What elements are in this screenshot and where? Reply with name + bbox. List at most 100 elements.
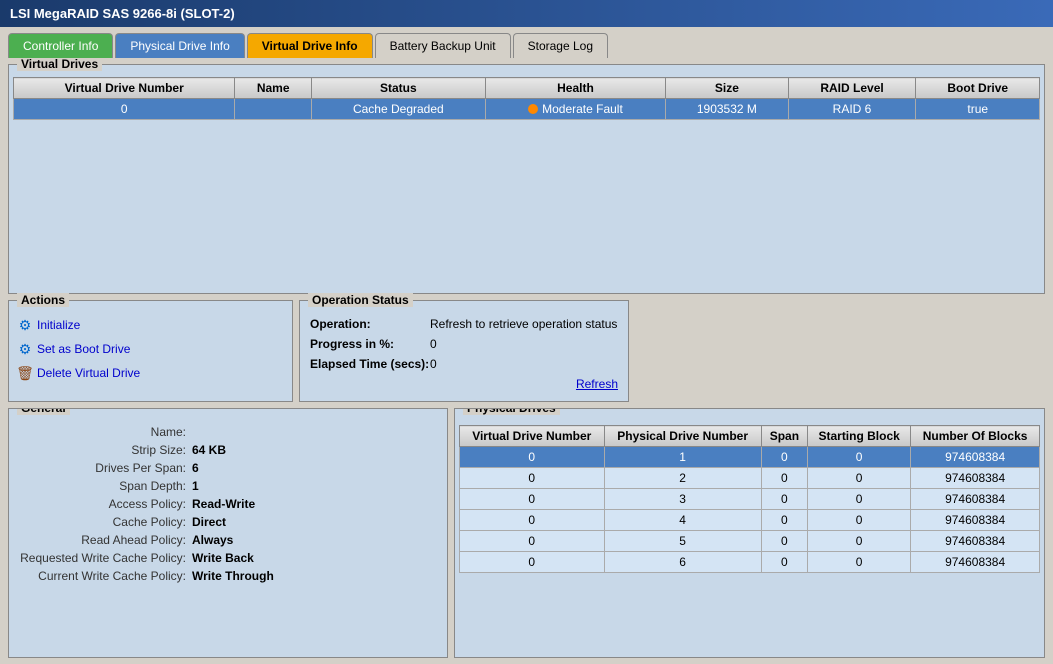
- general-label: Name:: [17, 425, 192, 439]
- pd-vd-number: 0: [460, 552, 605, 573]
- pd-num-blocks: 974608384: [911, 447, 1040, 468]
- health-dot-icon: [528, 104, 538, 114]
- physical-drives-title: Physical Drives: [463, 408, 560, 415]
- title-bar: LSI MegaRAID SAS 9266-8i (SLOT-2): [0, 0, 1053, 27]
- pd-starting-block: 0: [808, 531, 911, 552]
- pd-pd-number: 1: [604, 447, 761, 468]
- table-row[interactable]: 0 Cache Degraded Moderate Fault 1903532 …: [14, 99, 1040, 120]
- general-title: General: [17, 408, 70, 415]
- pd-starting-block: 0: [808, 489, 911, 510]
- pd-span: 0: [761, 447, 807, 468]
- general-row: Access Policy: Read-Write: [17, 497, 439, 511]
- actions-section: Actions ⚙ Initialize ⚙ Set as Boot Drive…: [8, 300, 293, 402]
- progress-row: Progress in %: 0: [310, 337, 618, 351]
- virtual-drives-table: Virtual Drive Number Name Status Health …: [13, 77, 1040, 120]
- operation-status-section: Operation Status Operation: Refresh to r…: [299, 300, 629, 402]
- set-boot-drive-icon: ⚙: [17, 341, 33, 357]
- refresh-button[interactable]: Refresh: [576, 377, 618, 391]
- main-content: Virtual Drives Virtual Drive Number Name…: [0, 58, 1053, 664]
- initialize-icon: ⚙: [17, 317, 33, 333]
- pd-col-num-blocks: Number Of Blocks: [911, 426, 1040, 447]
- vd-raid-level: RAID 6: [788, 99, 916, 120]
- col-vd-number: Virtual Drive Number: [14, 78, 235, 99]
- vd-size: 1903532 M: [666, 99, 788, 120]
- tab-storage-log[interactable]: Storage Log: [513, 33, 608, 58]
- general-label: Span Depth:: [17, 479, 192, 493]
- pd-pd-number: 6: [604, 552, 761, 573]
- col-raid-level: RAID Level: [788, 78, 916, 99]
- pd-span: 0: [761, 468, 807, 489]
- pd-col-vd-number: Virtual Drive Number: [460, 426, 605, 447]
- set-as-boot-drive-link[interactable]: ⚙ Set as Boot Drive: [17, 341, 284, 357]
- pd-starting-block: 0: [808, 468, 911, 489]
- pd-pd-number: 3: [604, 489, 761, 510]
- table-row[interactable]: 0 5 0 0 974608384: [460, 531, 1040, 552]
- general-label: Current Write Cache Policy:: [17, 569, 192, 583]
- pd-num-blocks: 974608384: [911, 468, 1040, 489]
- col-size: Size: [666, 78, 788, 99]
- pd-vd-number: 0: [460, 510, 605, 531]
- initialize-link[interactable]: ⚙ Initialize: [17, 317, 284, 333]
- initialize-label: Initialize: [37, 318, 80, 332]
- general-value: 64 KB: [192, 443, 226, 457]
- vd-name: [235, 99, 312, 120]
- pd-starting-block: 0: [808, 447, 911, 468]
- tab-controller-info[interactable]: Controller Info: [8, 33, 113, 58]
- col-status: Status: [311, 78, 485, 99]
- refresh-container: Refresh: [310, 377, 618, 391]
- pd-vd-number: 0: [460, 489, 605, 510]
- table-row[interactable]: 0 2 0 0 974608384: [460, 468, 1040, 489]
- operation-value: Refresh to retrieve operation status: [430, 317, 617, 331]
- progress-label: Progress in %:: [310, 337, 430, 351]
- general-row: Name:: [17, 425, 439, 439]
- delete-icon: 🗑: [17, 365, 33, 381]
- col-boot-drive: Boot Drive: [916, 78, 1040, 99]
- elapsed-time-row: Elapsed Time (secs): 0: [310, 357, 618, 371]
- pd-num-blocks: 974608384: [911, 510, 1040, 531]
- elapsed-time-label: Elapsed Time (secs):: [310, 357, 430, 371]
- general-value: Direct: [192, 515, 226, 529]
- tab-virtual-drive-info[interactable]: Virtual Drive Info: [247, 33, 373, 58]
- general-row: Cache Policy: Direct: [17, 515, 439, 529]
- pd-num-blocks: 974608384: [911, 552, 1040, 573]
- pd-pd-number: 4: [604, 510, 761, 531]
- general-label: Read Ahead Policy:: [17, 533, 192, 547]
- general-row: Span Depth: 1: [17, 479, 439, 493]
- table-row[interactable]: 0 6 0 0 974608384: [460, 552, 1040, 573]
- general-label: Cache Policy:: [17, 515, 192, 529]
- vd-health: Moderate Fault: [485, 99, 665, 120]
- tab-physical-drive-info[interactable]: Physical Drive Info: [115, 33, 244, 58]
- pd-vd-number: 0: [460, 447, 605, 468]
- pd-span: 0: [761, 531, 807, 552]
- general-row: Strip Size: 64 KB: [17, 443, 439, 457]
- operation-row: Operation: Refresh to retrieve operation…: [310, 317, 618, 331]
- general-label: Access Policy:: [17, 497, 192, 511]
- pd-num-blocks: 974608384: [911, 531, 1040, 552]
- physical-drives-table: Virtual Drive Number Physical Drive Numb…: [459, 425, 1040, 573]
- col-name: Name: [235, 78, 312, 99]
- table-row[interactable]: 0 4 0 0 974608384: [460, 510, 1040, 531]
- pd-col-starting-block: Starting Block: [808, 426, 911, 447]
- general-value: 6: [192, 461, 199, 475]
- general-value: 1: [192, 479, 199, 493]
- pd-span: 0: [761, 489, 807, 510]
- general-row: Requested Write Cache Policy: Write Back: [17, 551, 439, 565]
- virtual-drives-title: Virtual Drives: [17, 58, 102, 71]
- table-row[interactable]: 0 1 0 0 974608384: [460, 447, 1040, 468]
- general-value: Always: [192, 533, 233, 547]
- pd-span: 0: [761, 552, 807, 573]
- general-section: General Name: Strip Size: 64 KB Drives P…: [8, 408, 448, 658]
- general-label: Strip Size:: [17, 443, 192, 457]
- general-row: Read Ahead Policy: Always: [17, 533, 439, 547]
- delete-virtual-drive-link[interactable]: 🗑 Delete Virtual Drive: [17, 365, 284, 381]
- general-value: Write Through: [192, 569, 274, 583]
- tab-bar: Controller Info Physical Drive Info Virt…: [0, 27, 1053, 58]
- operation-label: Operation:: [310, 317, 430, 331]
- lower-row: General Name: Strip Size: 64 KB Drives P…: [8, 408, 1045, 658]
- pd-starting-block: 0: [808, 510, 911, 531]
- table-row[interactable]: 0 3 0 0 974608384: [460, 489, 1040, 510]
- general-label: Requested Write Cache Policy:: [17, 551, 192, 565]
- elapsed-time-value: 0: [430, 357, 437, 371]
- tab-battery-backup-unit[interactable]: Battery Backup Unit: [375, 33, 511, 58]
- physical-drives-section: Physical Drives Virtual Drive Number Phy…: [454, 408, 1045, 658]
